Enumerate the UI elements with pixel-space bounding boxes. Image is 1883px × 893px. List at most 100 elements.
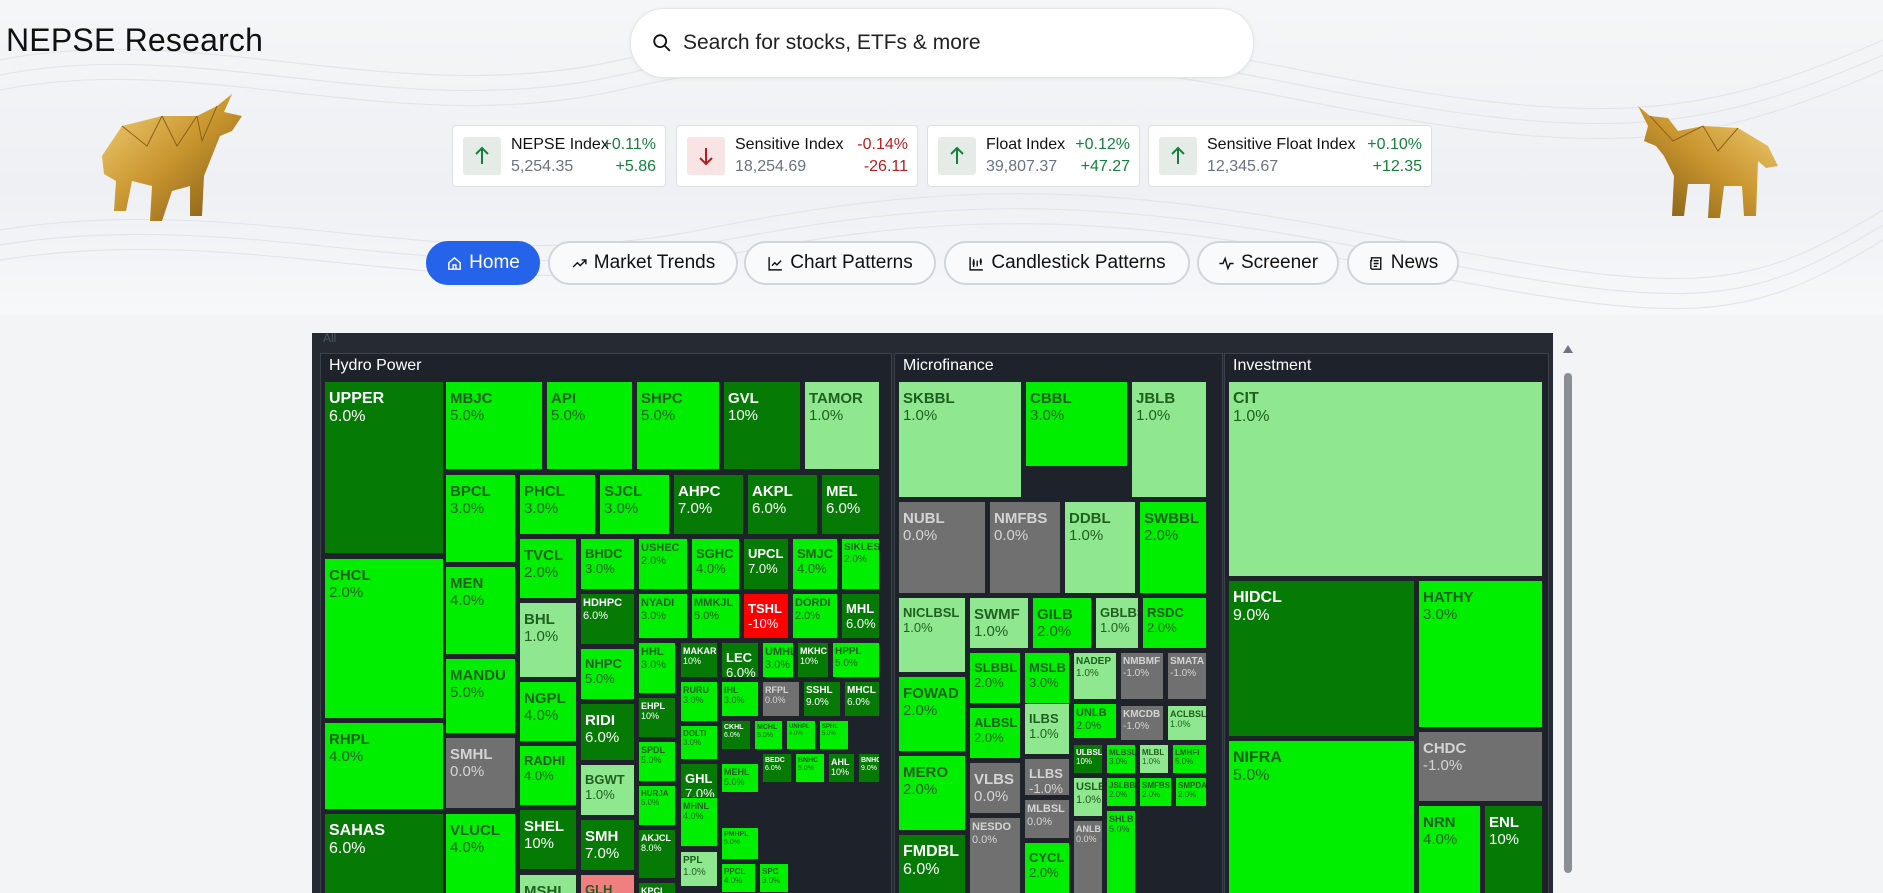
stock-tile-dordi[interactable]: DORDI 2.0% — [792, 593, 838, 639]
index-card-sensitive[interactable]: Sensitive Index 18,254.69 -0.14% -26.11 — [676, 125, 918, 187]
stock-tile-mehl[interactable]: MEHL 5.0% — [721, 763, 759, 793]
nav-home[interactable]: Home — [426, 241, 540, 285]
stock-tile-ulbsl[interactable]: ULBSL 10% — [1073, 744, 1103, 774]
stock-tile-niclbsl[interactable]: NICLBSL 1.0% — [898, 597, 966, 673]
stock-tile-mhnl[interactable]: MHNL 4.0% — [680, 797, 718, 847]
stock-tile-gvl[interactable]: GVL 10% — [723, 381, 801, 470]
stock-tile-ihl[interactable]: IHL 3.0% — [721, 681, 759, 717]
stock-tile-swmf[interactable]: SWMF 1.0% — [969, 597, 1029, 649]
sector-investment[interactable]: Investment CIT 1.0% HIDCL 9.0% HATHY 3.0% CHDC -… — [1224, 353, 1549, 893]
stock-tile-bnhc[interactable]: BNHC 5.0% — [795, 753, 825, 783]
stock-tile-ehpl[interactable]: EHPL 10% — [638, 697, 676, 738]
stock-tile-nifra[interactable]: NIFRA 5.0% — [1228, 740, 1415, 893]
stock-tile-ahpc[interactable]: AHPC 7.0% — [673, 474, 744, 535]
stock-tile-akjcl[interactable]: AKJCL 8.0% — [638, 829, 676, 879]
stock-tile-cit[interactable]: CIT 1.0% — [1228, 381, 1543, 577]
stock-tile-sjcl[interactable]: SJCL 3.0% — [599, 474, 670, 535]
stock-tile-sshl[interactable]: SSHL 9.0% — [803, 681, 841, 717]
stock-tile-hathy[interactable]: HATHY 3.0% — [1418, 580, 1543, 728]
stock-tile-mlbsl[interactable]: MLBSL 0.0% — [1024, 799, 1070, 839]
stock-tile-bhdc[interactable]: BHDC 3.0% — [580, 538, 635, 590]
stock-tile-jblb[interactable]: JBLB 1.0% — [1131, 381, 1207, 498]
stock-tile-hdhpc[interactable]: HDHPC 6.0% — [580, 593, 635, 645]
stock-tile-gilb[interactable]: GILB 2.0% — [1032, 597, 1092, 649]
stock-tile-rsdc[interactable]: RSDC 2.0% — [1142, 597, 1207, 649]
stock-tile-chcl[interactable]: CHCL 2.0% — [324, 558, 444, 719]
search-bar[interactable] — [630, 8, 1254, 78]
stock-tile-ridi[interactable]: RIDI 6.0% — [580, 703, 635, 761]
stock-tile-tvcl[interactable]: TVCL 2.0% — [519, 538, 577, 599]
stock-tile-bgwt[interactable]: BGWT 1.0% — [580, 764, 635, 816]
stock-tile-men[interactable]: MEN 4.0% — [445, 566, 516, 655]
stock-tile-cbbl[interactable]: CBBL 3.0% — [1025, 381, 1128, 467]
stock-tile-mhl[interactable]: MHL 6.0% — [841, 593, 880, 639]
stock-tile-chdc[interactable]: CHDC -1.0% — [1418, 731, 1543, 802]
stock-tile-nubl[interactable]: NUBL 0.0% — [898, 501, 986, 594]
stock-tile-sghc[interactable]: SGHC 4.0% — [691, 538, 740, 590]
stock-tile-mbjc[interactable]: MBJC 5.0% — [445, 381, 543, 470]
search-input[interactable] — [681, 27, 1205, 59]
app-title[interactable]: NEPSE Research — [6, 22, 263, 59]
stock-tile-aclbsl[interactable]: ACLBSL 1.0% — [1167, 705, 1207, 741]
stock-tile-bnhc[interactable]: BNHC 9.0% — [858, 753, 880, 783]
stock-tile-spdl[interactable]: SPDL 5.0% — [638, 741, 676, 782]
stock-tile-nmfbs[interactable]: NMFBS 0.0% — [989, 501, 1061, 594]
stock-tile-akpl[interactable]: AKPL 6.0% — [747, 474, 818, 535]
stock-tile-ddbl[interactable]: DDBL 1.0% — [1064, 501, 1136, 594]
stock-tile-lec[interactable]: LEC 6.0% — [721, 642, 759, 678]
stock-tile-kmcdb[interactable]: KMCDB -1.0% — [1120, 705, 1164, 741]
stock-tile-smh[interactable]: SMH 7.0% — [580, 819, 635, 871]
stock-tile-tamor[interactable]: TAMOR 1.0% — [804, 381, 880, 470]
nav-market-trends[interactable]: Market Trends — [548, 241, 738, 285]
stock-tile-nmbmf[interactable]: NMBMF -1.0% — [1120, 652, 1164, 700]
stock-tile-mhcl[interactable]: MHCL 6.0% — [844, 681, 880, 717]
stock-tile-anlb[interactable]: ANLB 0.0% — [1073, 820, 1103, 893]
stock-tile-mel[interactable]: MEL 6.0% — [821, 474, 880, 535]
stock-tile-smhl[interactable]: SMHL 0.0% — [445, 737, 516, 809]
stock-tile-lmhfi[interactable]: LMHFI 5.0% — [1172, 744, 1207, 774]
stock-tile-ushec[interactable]: USHEC 2.0% — [638, 538, 688, 590]
stock-tile-mshl[interactable]: MSHL1.0% — [519, 874, 577, 893]
stock-tile-nrn[interactable]: NRN 4.0% — [1418, 805, 1481, 893]
stock-tile-ngpl[interactable]: NGPL 4.0% — [519, 681, 577, 742]
nav-screener[interactable]: Screener — [1197, 241, 1339, 285]
stock-tile-gblbs[interactable]: GBLBS1.0% — [1095, 597, 1139, 649]
stock-tile-tshl[interactable]: TSHL -10% — [743, 593, 789, 639]
stock-tile-pmhpl[interactable]: PMHPL 5.0% — [721, 827, 759, 860]
stock-tile-skbbl[interactable]: SKBBL 1.0% — [898, 381, 1022, 498]
stock-tile-sphl[interactable]: SPHL 5.0% — [819, 720, 849, 750]
stock-tile-upcl[interactable]: UPCL 7.0% — [743, 538, 789, 590]
stock-tile-mslb[interactable]: MSLB 3.0% — [1024, 652, 1070, 704]
stock-tile-vlucl[interactable]: VLUCL 4.0% — [445, 813, 516, 893]
stock-tile-bpcl[interactable]: BPCL 3.0% — [445, 474, 516, 563]
stock-tile-hhl[interactable]: HHL 3.0% — [638, 642, 676, 694]
stock-tile-bhl[interactable]: BHL 1.0% — [519, 602, 577, 678]
nav-candlestick-patterns[interactable]: Candlestick Patterns — [944, 241, 1190, 285]
scroll-up-arrow-icon[interactable] — [1563, 345, 1573, 353]
stock-tile-hidcl[interactable]: HIDCL 9.0% — [1228, 580, 1415, 737]
treemap-root-label[interactable]: All — [323, 333, 336, 345]
stock-tile-phcl[interactable]: PHCL 3.0% — [519, 474, 596, 535]
stock-tile-dolti[interactable]: DOLTI 3.0% — [680, 725, 718, 760]
stock-tile-ahl[interactable]: AHL 10% — [828, 753, 855, 783]
stock-tile-mchl[interactable]: MCHL 5.0% — [754, 720, 783, 750]
stock-tile-unlb[interactable]: UNLB 2.0% — [1073, 703, 1117, 739]
stock-tile-makar[interactable]: MAKAR 10% — [680, 642, 718, 678]
index-card-sensitive-float[interactable]: Sensitive Float Index 12,345.67 +0.10% +… — [1148, 125, 1432, 187]
stock-tile-mmkjl[interactable]: MMKJL 5.0% — [691, 593, 740, 639]
nav-news[interactable]: News — [1347, 241, 1459, 285]
stock-tile-llbs[interactable]: LLBS -1.0% — [1024, 758, 1070, 796]
stock-tile-swbbl[interactable]: SWBBL 2.0% — [1139, 501, 1207, 594]
stock-tile-bedc[interactable]: BEDC 6.0% — [762, 753, 792, 783]
nav-chart-patterns[interactable]: Chart Patterns — [744, 241, 936, 285]
stock-tile-umhl[interactable]: UMHL 3.0% — [762, 642, 794, 678]
stock-tile-shlb[interactable]: SHLB 5.0% — [1106, 810, 1136, 893]
stock-tile-unhpl[interactable]: UNHPL 4.0% — [786, 720, 816, 750]
stock-tile-ckhl[interactable]: CKHL 6.0% — [721, 720, 751, 750]
stock-tile-mlbsl[interactable]: MLBSL 3.0% — [1106, 744, 1136, 774]
stock-tile-smata[interactable]: SMATA -1.0% — [1167, 652, 1207, 700]
stock-tile-radhi[interactable]: RADHI 4.0% — [519, 745, 577, 806]
stock-tile-ruru[interactable]: RURU 3.0% — [680, 681, 718, 722]
stock-tile-mlbl[interactable]: MLBL 1.0% — [1139, 744, 1169, 774]
stock-tile-slbbl[interactable]: SLBBL 2.0% — [969, 652, 1021, 704]
